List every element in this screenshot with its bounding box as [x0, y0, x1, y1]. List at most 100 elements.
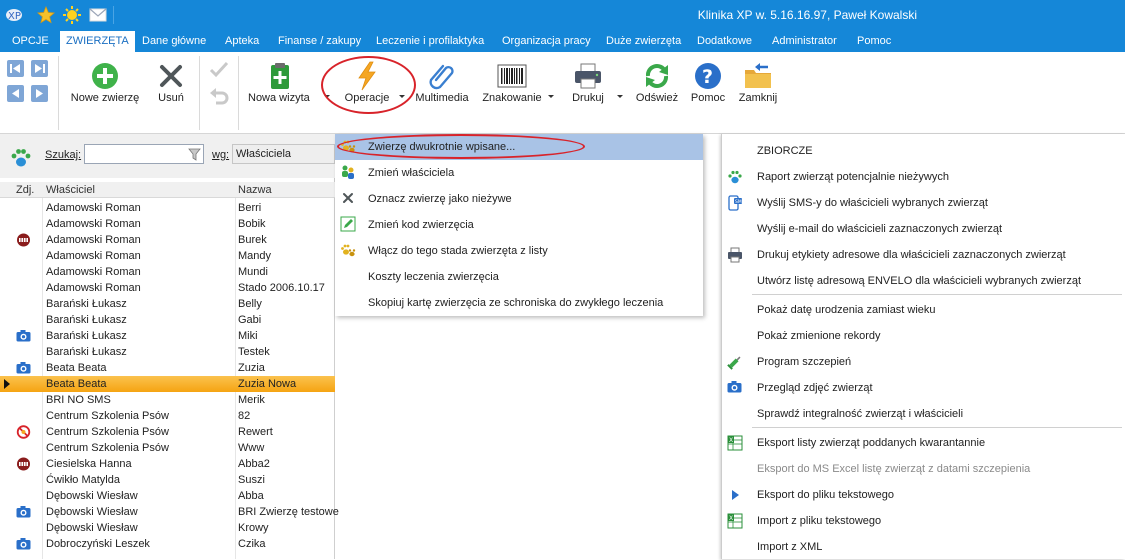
- app-logo-icon[interactable]: XP: [5, 6, 23, 24]
- mail-icon[interactable]: [89, 6, 107, 24]
- multimedia-button[interactable]: Multimedia: [412, 52, 472, 132]
- owner-cell: Dębowski Wiesław: [46, 506, 138, 518]
- menu-duze-zwierzeta[interactable]: Duże zwierzęta: [600, 31, 687, 52]
- operations-menu-item[interactable]: Oznacz zwierzę jako nieżywe: [335, 186, 703, 212]
- operations-menu-item[interactable]: Zmień kod zwierzęcia: [335, 212, 703, 238]
- menu-dane-glowne[interactable]: Dane główne: [136, 31, 212, 52]
- name-cell: Rewert: [238, 426, 273, 438]
- operations-menu-item[interactable]: Włącz do tego stada zwierzęta z listy: [335, 238, 703, 264]
- table-row[interactable]: Beata Beata Zuzia: [0, 360, 335, 376]
- side-menu-item[interactable]: Utwórz listę adresową ENVELO dla właścic…: [722, 268, 1125, 294]
- menu-separator: [752, 427, 1122, 428]
- print-button[interactable]: Drukuj: [560, 52, 616, 132]
- menu-item-label: Import z pliku tekstowego: [757, 515, 882, 527]
- menu-leczenie[interactable]: Leczenie i profilaktyka: [370, 31, 490, 52]
- table-row[interactable]: Beata Beata Zuzia Nowa: [0, 376, 335, 392]
- table-row[interactable]: Ćwikło Matylda Suszi: [0, 472, 335, 488]
- dropdown-arrow-icon[interactable]: [617, 95, 623, 98]
- camera-icon: [727, 380, 743, 396]
- dropdown-arrow-icon[interactable]: [548, 95, 554, 98]
- table-row[interactable]: Adamowski Roman Mundi: [0, 264, 335, 280]
- table-row[interactable]: Barański Łukasz Belly: [0, 296, 335, 312]
- search-bar: Szukaj: wg: Właściciela: [0, 134, 335, 178]
- menu-apteka[interactable]: Apteka: [219, 31, 265, 52]
- side-menu-item[interactable]: Import z XML: [722, 534, 1125, 560]
- help-label: Pomoc: [690, 92, 726, 104]
- table-row[interactable]: Adamowski Roman Burek: [0, 232, 335, 248]
- search-input[interactable]: [84, 144, 204, 164]
- owner-cell: BRI NO SMS: [46, 394, 111, 406]
- last-record-icon[interactable]: [31, 60, 48, 77]
- delete-button[interactable]: Usuń: [150, 52, 192, 132]
- table-row[interactable]: Dębowski Wiesław Abba: [0, 488, 335, 504]
- column-photo[interactable]: Zdj.: [16, 184, 34, 196]
- close-button[interactable]: Zamknij: [734, 52, 782, 132]
- clipboard-plus-icon: [264, 60, 296, 92]
- side-menu-item[interactable]: Eksport do pliku tekstowego: [722, 482, 1125, 508]
- side-menu-item[interactable]: X Import z pliku tekstowego: [722, 508, 1125, 534]
- sun-icon[interactable]: [63, 6, 81, 24]
- folder-exit-icon: [742, 60, 774, 92]
- side-menu-item[interactable]: Pokaż datę urodzenia zamiast wieku: [722, 297, 1125, 323]
- menu-opcje[interactable]: OPCJE: [6, 31, 55, 52]
- new-visit-button[interactable]: Nowa wizyta: [243, 52, 317, 132]
- previous-record-icon[interactable]: [7, 85, 24, 102]
- confirm-icon[interactable]: [208, 58, 230, 80]
- table-row[interactable]: Adamowski Roman Berri: [0, 200, 335, 216]
- side-menu-item[interactable]: Sprawdź integralność zwierząt i właścici…: [722, 401, 1125, 427]
- table-row[interactable]: Adamowski Roman Bobik: [0, 216, 335, 232]
- tagging-button[interactable]: Znakowanie: [477, 52, 547, 132]
- table-row[interactable]: Centrum Szkolenia Psów Www: [0, 440, 335, 456]
- side-menu-item[interactable]: Raport zwierząt potencjalnie nieżywych: [722, 164, 1125, 190]
- table-row[interactable]: Dębowski Wiesław BRI Zwierzę testowe: [0, 504, 339, 520]
- camera-icon: [16, 361, 31, 375]
- table-row[interactable]: Adamowski Roman Mandy: [0, 248, 335, 264]
- operations-menu-item[interactable]: Zmień właściciela: [335, 160, 703, 186]
- menu-administrator[interactable]: Administrator: [766, 31, 843, 52]
- first-record-icon[interactable]: [7, 60, 24, 77]
- ribbon-separator: [58, 56, 59, 130]
- side-menu-item[interactable]: SMS Wyślij SMS-y do właścicieli wybranych…: [722, 190, 1125, 216]
- table-row[interactable]: Barański Łukasz Testek: [0, 344, 335, 360]
- column-name[interactable]: Nazwa: [238, 184, 272, 196]
- table-row[interactable]: Barański Łukasz Miki: [0, 328, 335, 344]
- help-icon: ?: [692, 60, 724, 92]
- side-menu-item[interactable]: X Eksport listy zwierząt poddanych kwaran…: [722, 430, 1125, 456]
- column-owner[interactable]: Właściciel: [46, 184, 95, 196]
- star-icon[interactable]: [37, 5, 55, 24]
- menu-item-label: Przegląd zdjęć zwierząt: [757, 382, 873, 394]
- operations-menu-item[interactable]: Skopiuj kartę zwierzęcia ze schroniska d…: [335, 290, 703, 316]
- table-row[interactable]: Adamowski Roman Stado 2006.10.17: [0, 280, 335, 296]
- next-record-icon[interactable]: [31, 85, 48, 102]
- filter-icon[interactable]: [188, 148, 201, 161]
- menu-pomoc[interactable]: Pomoc: [851, 31, 897, 52]
- menu-finanse[interactable]: Finanse / zakupy: [272, 31, 367, 52]
- name-cell: Belly: [238, 298, 262, 310]
- refresh-button[interactable]: Odśwież: [630, 52, 684, 132]
- menu-organizacja[interactable]: Organizacja pracy: [496, 31, 597, 52]
- side-menu-item[interactable]: Program szczepień: [722, 349, 1125, 375]
- table-row[interactable]: Centrum Szkolenia Psów Rewert: [0, 424, 335, 440]
- side-menu-item[interactable]: Pokaż zmienione rekordy: [722, 323, 1125, 349]
- undo-icon[interactable]: [208, 85, 230, 107]
- table-row[interactable]: Barański Łukasz Gabi: [0, 312, 335, 328]
- search-by-select[interactable]: Właściciela: [232, 144, 335, 164]
- camera-icon: [16, 505, 31, 519]
- help-button[interactable]: ? Pomoc: [687, 52, 729, 132]
- menu-zwierzeta[interactable]: ZWIERZĘTA: [60, 31, 135, 52]
- table-row[interactable]: Centrum Szkolenia Psów 82: [0, 408, 335, 424]
- side-menu-item[interactable]: Drukuj etykiety adresowe dla właścicieli…: [722, 242, 1125, 268]
- menu-dodatkowe[interactable]: Dodatkowe: [691, 31, 758, 52]
- side-menu-item[interactable]: Wyślij e-mail do właścicieli zaznaczonyc…: [722, 216, 1125, 242]
- menu-item-label: Pokaż datę urodzenia zamiast wieku: [757, 304, 936, 316]
- new-animal-button[interactable]: Nowe zwierzę: [63, 52, 147, 132]
- side-menu-item[interactable]: ZBIORCZE: [722, 138, 1125, 164]
- svg-text:XP: XP: [8, 11, 21, 22]
- name-cell: Berri: [238, 202, 262, 214]
- table-row[interactable]: Ciesielska Hanna Abba2: [0, 456, 335, 472]
- side-menu-item[interactable]: Przegląd zdjęć zwierząt: [722, 375, 1125, 401]
- operations-menu-item[interactable]: Koszty leczenia zwierzęcia: [335, 264, 703, 290]
- table-row[interactable]: Dobroczyński Leszek Czika: [0, 536, 335, 552]
- table-row[interactable]: BRI NO SMS Merik: [0, 392, 335, 408]
- table-row[interactable]: Dębowski Wiesław Krowy: [0, 520, 335, 536]
